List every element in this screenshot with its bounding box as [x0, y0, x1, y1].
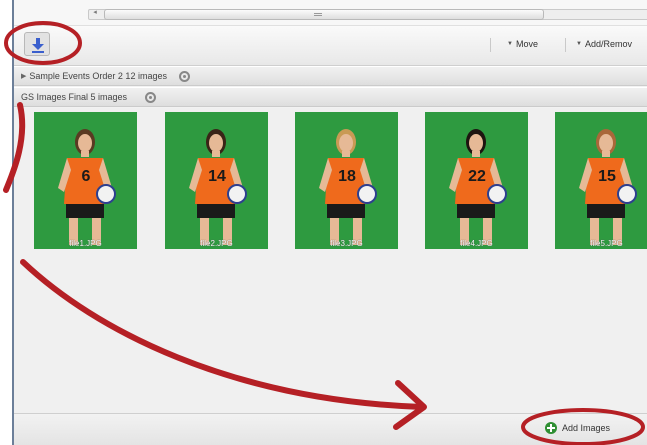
image-filename: file3.JPG — [330, 239, 363, 248]
dropdown-caret-icon: ▼ — [576, 41, 582, 47]
toolbar: ▼ Move ▼ Add/Remov — [14, 26, 647, 66]
photo-manager-window: ◂ ▼ Move ▼ Add/Remov ▶ Sample Events Ord… — [14, 0, 647, 445]
gear-icon[interactable] — [144, 91, 156, 103]
add-remove-menu-label: Add/Remov — [584, 39, 632, 49]
scroll-left-arrow-icon[interactable]: ◂ — [90, 7, 100, 19]
expand-triangle-icon[interactable]: ▶ — [21, 72, 26, 80]
image-filename: file4.JPG — [460, 239, 493, 248]
image-thumbnail[interactable]: 22 file4.JPG — [425, 112, 528, 249]
add-images-label: Add Images — [562, 423, 611, 433]
image-thumbnail[interactable]: 14 file2.JPG — [165, 112, 268, 249]
jersey-number: 14 — [208, 168, 226, 185]
bottom-bar: Add Images — [14, 413, 647, 445]
add-images-button[interactable]: Add Images — [545, 422, 610, 434]
image-filename: file2.JPG — [200, 239, 233, 248]
scrollbar-grip-icon — [314, 13, 322, 16]
image-filename: file1.JPG — [69, 239, 102, 248]
top-scroll-area: ◂ — [14, 0, 647, 26]
image-thumbnail[interactable]: 15 file5.JPG — [555, 112, 647, 249]
image-thumbnail[interactable]: 6 file1.JPG — [34, 112, 137, 249]
download-button[interactable] — [24, 32, 50, 56]
toolbar-separator — [565, 38, 566, 52]
add-plus-icon — [545, 422, 557, 434]
group-title: Sample Events Order 2 12 images — [29, 71, 167, 81]
move-menu[interactable]: ▼ Move — [507, 39, 538, 49]
jersey-number: 22 — [468, 168, 486, 185]
group-header-sample-events[interactable]: ▶ Sample Events Order 2 12 images — [14, 66, 647, 86]
jersey-number: 6 — [81, 168, 91, 185]
image-filename: file5.JPG — [590, 239, 623, 248]
image-gallery: 6 file1.JPG 14 file2.JPG 18 file3.JPG 22 file4.… — [14, 108, 647, 413]
horizontal-scrollbar-thumb[interactable] — [104, 9, 544, 20]
jersey-number: 18 — [338, 168, 356, 185]
gear-icon[interactable] — [178, 70, 190, 82]
group-title: GS Images Final 5 images — [20, 92, 127, 102]
toolbar-separator — [490, 38, 491, 52]
dropdown-caret-icon: ▼ — [507, 41, 513, 47]
image-thumbnail[interactable]: 18 file3.JPG — [295, 112, 398, 249]
add-remove-menu[interactable]: ▼ Add/Remov — [576, 39, 632, 49]
group-header-gs-images[interactable]: ▼ GS Images Final 5 images — [14, 87, 647, 107]
download-arrow-icon — [32, 38, 44, 53]
jersey-number: 15 — [598, 168, 616, 185]
move-menu-label: Move — [515, 39, 538, 49]
